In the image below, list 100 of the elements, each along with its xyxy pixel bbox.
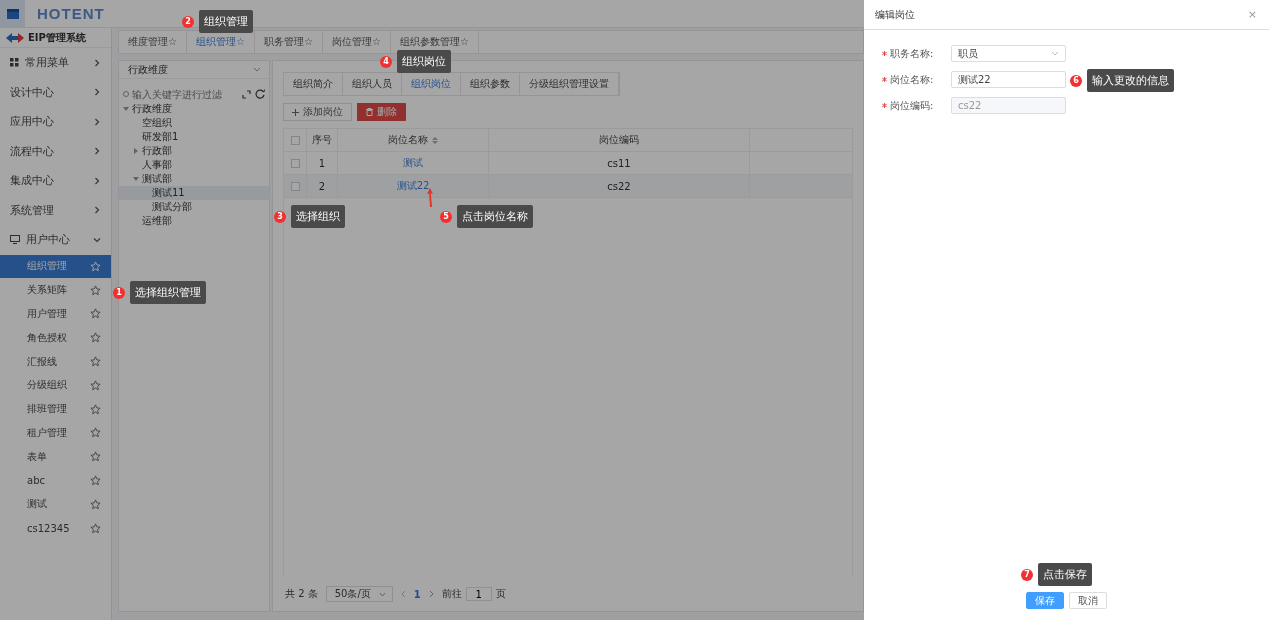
callout-label: 选择组织 bbox=[291, 205, 345, 228]
tree-node[interactable]: 测试分部 bbox=[119, 200, 269, 214]
menu-group[interactable]: 常用菜单 bbox=[0, 48, 111, 78]
checkbox[interactable] bbox=[290, 158, 300, 168]
menu-item[interactable]: cs12345 bbox=[0, 516, 111, 541]
name-link[interactable]: 测试22 bbox=[396, 179, 430, 193]
goto-label: 前往 bbox=[441, 587, 462, 601]
tree-node[interactable]: 研发部1 bbox=[119, 130, 269, 144]
menu-item[interactable]: 用户管理 bbox=[0, 302, 111, 326]
column-header: 序号 bbox=[307, 129, 338, 151]
drawer-title: 编辑岗位 bbox=[875, 7, 915, 22]
menu-group[interactable]: 用户中心 bbox=[0, 225, 111, 255]
cancel-button[interactable]: 取消 bbox=[1069, 592, 1107, 609]
tab[interactable]: 组织参数 bbox=[461, 73, 520, 95]
expand-icon[interactable] bbox=[242, 89, 251, 99]
page-unit: 页 bbox=[495, 587, 506, 601]
grid-icon bbox=[10, 58, 19, 68]
chevron-icon bbox=[93, 117, 101, 126]
name-link[interactable]: 测试 bbox=[403, 156, 423, 170]
menu-item[interactable]: abc bbox=[0, 468, 111, 493]
tree-node[interactable]: 行政部 bbox=[119, 144, 269, 158]
star-icon[interactable] bbox=[90, 403, 101, 415]
add-button[interactable]: 添加岗位 bbox=[283, 103, 352, 121]
tab[interactable]: 分级组织管理设置 bbox=[520, 73, 619, 95]
chevron-icon bbox=[93, 88, 101, 97]
menu-item[interactable]: 分级组织 bbox=[0, 373, 111, 398]
menu-item[interactable]: 测试 bbox=[0, 492, 111, 517]
trash-icon bbox=[366, 108, 373, 116]
tab[interactable]: 职务管理☆ bbox=[254, 31, 323, 53]
star-icon[interactable] bbox=[90, 451, 101, 463]
star-icon[interactable] bbox=[90, 284, 101, 296]
chevron-icon bbox=[93, 58, 101, 67]
tree-node[interactable]: 行政维度 bbox=[119, 102, 269, 116]
table-cell: 2 bbox=[307, 175, 338, 197]
checkbox[interactable] bbox=[290, 181, 300, 191]
star-icon[interactable] bbox=[90, 356, 101, 368]
callout-label: 输入更改的信息 bbox=[1087, 69, 1174, 92]
tree-node[interactable]: 空组织 bbox=[119, 116, 269, 130]
star-icon[interactable] bbox=[90, 427, 101, 439]
delete-button[interactable]: 删除 bbox=[357, 103, 406, 121]
menu-group[interactable]: 应用中心 bbox=[0, 107, 111, 137]
field-label: 岗位名称: bbox=[890, 72, 935, 87]
menu-group[interactable]: 流程中心 bbox=[0, 136, 111, 166]
column-header[interactable]: 岗位名称 bbox=[388, 133, 428, 147]
monitor-icon bbox=[10, 235, 20, 245]
sort-icon[interactable] bbox=[432, 135, 438, 145]
menu-item[interactable]: 排班管理 bbox=[0, 397, 111, 422]
total-count: 共 2 条 bbox=[285, 587, 318, 601]
menu-group[interactable]: 系统管理 bbox=[0, 195, 111, 225]
caret-icon bbox=[133, 148, 139, 154]
refresh-icon[interactable] bbox=[255, 89, 265, 99]
menu-group[interactable]: 设计中心 bbox=[0, 77, 111, 107]
logo: HOTENT bbox=[37, 5, 105, 22]
table-cell: cs22 bbox=[489, 175, 750, 197]
filter-field[interactable]: 输入关键字进行过滤 bbox=[123, 88, 238, 100]
chevron-icon bbox=[93, 176, 101, 185]
input-field[interactable]: 测试22 bbox=[951, 71, 1066, 88]
star-icon[interactable] bbox=[90, 379, 101, 391]
table-cell: cs11 bbox=[489, 152, 750, 174]
column-header: 岗位编码 bbox=[489, 129, 750, 151]
next-icon[interactable] bbox=[428, 590, 434, 598]
menu-item[interactable]: 组织管理 bbox=[0, 254, 111, 279]
menu-item[interactable]: 角色授权 bbox=[0, 325, 111, 350]
page-input[interactable]: 1 bbox=[465, 587, 492, 601]
checkbox[interactable] bbox=[290, 135, 300, 145]
star-icon[interactable] bbox=[90, 475, 101, 487]
tree-node[interactable]: 运维部 bbox=[119, 214, 269, 228]
dimension-select[interactable]: 行政维度 bbox=[119, 61, 269, 79]
menu-item[interactable]: 租户管理 bbox=[0, 421, 111, 445]
star-icon[interactable] bbox=[90, 498, 101, 510]
menu-item[interactable]: 关系矩阵 bbox=[0, 278, 111, 303]
logo-icon bbox=[6, 32, 24, 43]
field-label: 岗位编码: bbox=[890, 98, 935, 113]
chevron-icon bbox=[93, 235, 101, 244]
tree-node[interactable]: 测试11 bbox=[119, 186, 269, 200]
select-field[interactable]: 职员 bbox=[951, 45, 1066, 62]
menu-item[interactable]: 汇报线 bbox=[0, 349, 111, 374]
table-cell: 1 bbox=[307, 152, 338, 174]
chevron-icon bbox=[253, 66, 261, 73]
callout-label: 点击岗位名称 bbox=[457, 205, 533, 228]
tab[interactable]: 组织简介 bbox=[284, 73, 343, 95]
menu-item[interactable]: 表单 bbox=[0, 444, 111, 469]
page-size-select[interactable]: 50条/页 bbox=[325, 586, 393, 602]
caret-icon bbox=[123, 106, 129, 112]
page-number[interactable]: 1 bbox=[413, 588, 421, 600]
callout-label: 选择组织管理 bbox=[130, 281, 206, 304]
caret-icon bbox=[133, 176, 139, 182]
menu-icon[interactable] bbox=[0, 0, 25, 27]
input-field: cs22 bbox=[951, 97, 1066, 114]
menu-group[interactable]: 集成中心 bbox=[0, 166, 111, 196]
star-icon[interactable] bbox=[90, 308, 101, 320]
star-icon[interactable] bbox=[90, 332, 101, 344]
chevron-icon bbox=[93, 206, 101, 215]
search-icon bbox=[123, 90, 130, 98]
prev-icon[interactable] bbox=[400, 590, 406, 598]
tree-node[interactable]: 测试部 bbox=[119, 172, 269, 186]
tree-node[interactable]: 人事部 bbox=[119, 158, 269, 172]
tab[interactable]: 维度管理☆ bbox=[119, 31, 187, 53]
star-icon[interactable] bbox=[90, 522, 101, 534]
tab[interactable]: 岗位管理☆ bbox=[322, 31, 391, 53]
